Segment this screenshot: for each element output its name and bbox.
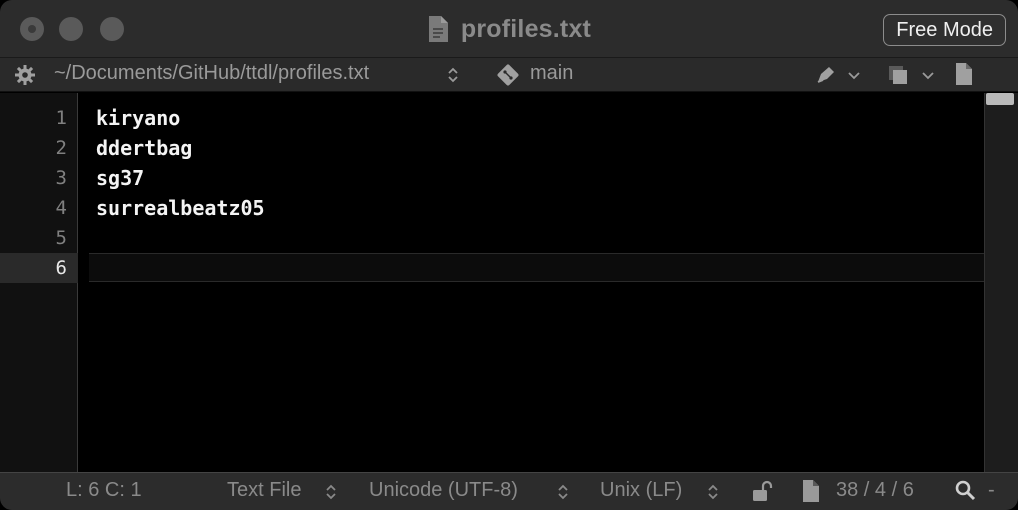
vertical-scrollbar[interactable] (984, 93, 1018, 472)
document-proxy-icon[interactable] (427, 15, 449, 43)
updown-chevron-icon[interactable] (446, 65, 460, 85)
git-branch-icon[interactable] (496, 63, 520, 87)
line-number-gutter: 1 2 3 4 5 6 (0, 93, 78, 472)
line-number: 1 (55, 107, 67, 129)
text-line[interactable]: sg37 (96, 163, 144, 193)
text-line[interactable]: kiryano (96, 103, 180, 133)
line-number: 5 (55, 227, 67, 249)
window-title: profiles.txt (460, 14, 592, 43)
updown-chevron-icon[interactable] (556, 482, 570, 502)
current-line-highlight (89, 253, 984, 282)
updown-chevron-icon[interactable] (324, 482, 338, 502)
editor-window: profiles.txt Free Mode ~/Documents/GitHu… (0, 0, 1018, 510)
chevron-down-icon[interactable] (846, 66, 862, 84)
maximize-window-button[interactable] (100, 17, 124, 41)
text-line[interactable]: surrealbeatz05 (96, 193, 265, 223)
status-bar: L: 6 C: 1 Text File Unicode (UTF-8) Unix… (0, 472, 1018, 510)
line-number-current: 6 (55, 257, 67, 279)
gear-icon[interactable] (14, 64, 36, 86)
text-editor-area[interactable]: kiryano ddertbag sg37 surrealbeatz05 (79, 93, 984, 472)
search-icon[interactable] (954, 479, 978, 503)
lock-icon[interactable] (750, 479, 774, 503)
pen-icon[interactable] (814, 64, 838, 86)
text-line[interactable]: ddertbag (96, 133, 192, 163)
document-counts[interactable]: 38 / 4 / 6 (836, 479, 914, 502)
close-window-button[interactable] (20, 17, 44, 41)
encoding-selector[interactable]: Unicode (UTF-8) (369, 479, 518, 502)
line-number: 2 (55, 137, 67, 159)
cursor-position[interactable]: L: 6 C: 1 (66, 479, 142, 502)
file-path[interactable]: ~/Documents/GitHub/ttdl/profiles.txt (54, 62, 369, 85)
zoom-out-button[interactable]: - (988, 479, 995, 502)
title-bar: profiles.txt Free Mode (0, 0, 1018, 58)
updown-chevron-icon[interactable] (706, 482, 720, 502)
git-branch-label[interactable]: main (530, 62, 573, 85)
file-type-selector[interactable]: Text File (227, 479, 301, 502)
page-icon[interactable] (802, 479, 820, 503)
free-mode-button[interactable]: Free Mode (883, 14, 1006, 46)
scrollbar-thumb[interactable] (986, 93, 1014, 105)
line-number: 3 (55, 167, 67, 189)
chevron-down-icon[interactable] (920, 66, 936, 84)
line-endings-selector[interactable]: Unix (LF) (600, 479, 682, 502)
layers-icon[interactable] (886, 63, 910, 87)
path-bar: ~/Documents/GitHub/ttdl/profiles.txt mai… (0, 58, 1018, 92)
page-icon[interactable] (954, 62, 974, 86)
minimize-window-button[interactable] (59, 17, 83, 41)
line-number: 4 (55, 197, 67, 219)
